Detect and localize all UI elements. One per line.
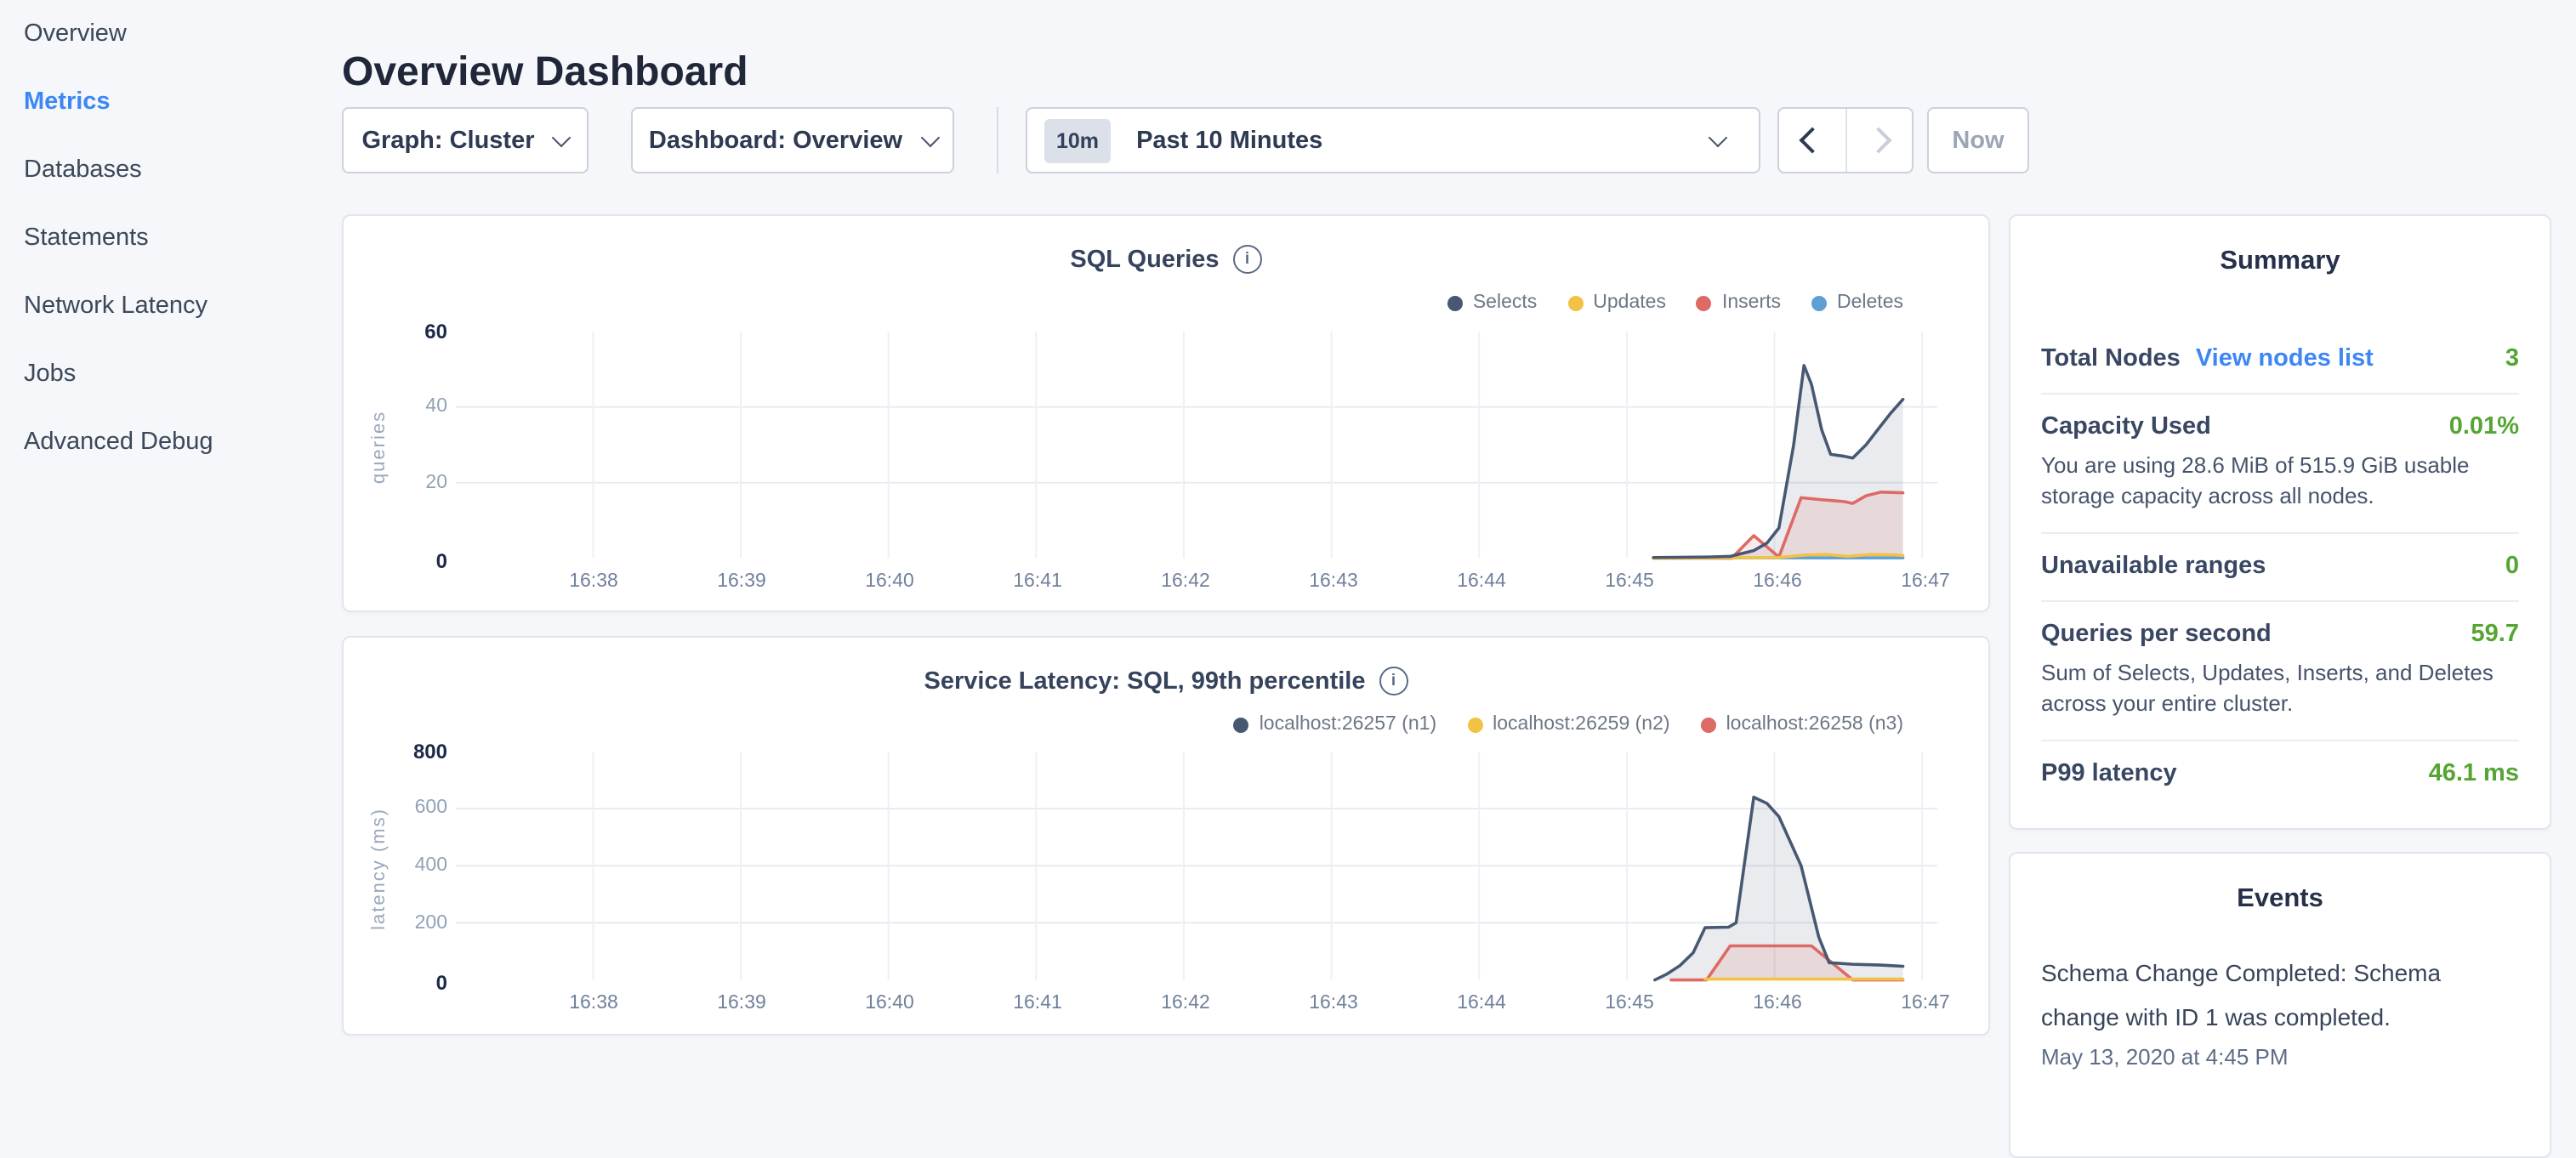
time-range-dropdown[interactable]: 10m Past 10 Minutes <box>1026 107 1760 173</box>
x-axis-tick-label: 16:44 <box>1430 993 1533 1013</box>
y-axis-tick-label: 0 <box>354 970 447 994</box>
chevron-down-icon <box>1709 128 1728 147</box>
graph-selector-dropdown[interactable]: Graph: Cluster <box>342 107 589 173</box>
dashboard-selector-dropdown[interactable]: Dashboard: Overview <box>631 107 954 173</box>
total-nodes-label: Total Nodes <box>2041 345 2181 372</box>
x-axis-tick-label: 16:40 <box>839 571 941 592</box>
capacity-used-value: 0.01% <box>2449 413 2519 440</box>
qps-label: Queries per second <box>2041 621 2272 648</box>
sidebar-item-network-latency[interactable]: Network Latency <box>0 272 323 340</box>
sql-queries-chart-card: SQL Queries i SelectsUpdatesInsertsDelet… <box>342 214 1990 612</box>
x-axis-tick-label: 16:46 <box>1726 571 1828 592</box>
x-axis-tick-label: 16:47 <box>1874 571 1976 592</box>
summary-panel: Summary Total Nodes View nodes list 3 Ca… <box>2009 214 2551 830</box>
chevron-left-icon <box>1799 127 1825 153</box>
qps-description: Sum of Selects, Updates, Inserts, and De… <box>2041 658 2519 719</box>
x-axis-tick-label: 16:42 <box>1134 993 1237 1013</box>
x-axis-tick-label: 16:44 <box>1430 571 1533 592</box>
y-axis-unit-label: latency (ms) <box>369 808 390 930</box>
summary-row-qps: Queries per second 59.7 Sum of Selects, … <box>2041 600 2519 740</box>
x-axis-tick-label: 16:39 <box>691 993 793 1013</box>
sidebar-item-advanced-debug[interactable]: Advanced Debug <box>0 408 323 476</box>
x-axis-tick-label: 16:41 <box>987 993 1089 1013</box>
y-axis-tick-label: 40 <box>354 396 447 417</box>
y-axis-tick-label: 20 <box>354 472 447 492</box>
time-step-buttons <box>1777 107 1914 173</box>
y-axis-tick-label: 400 <box>354 855 447 876</box>
x-axis-tick-label: 16:47 <box>1874 993 1976 1013</box>
chevron-down-icon <box>920 128 940 147</box>
graph-selector-label: Graph: Cluster <box>361 127 534 154</box>
total-nodes-value: 3 <box>2505 345 2519 372</box>
previous-time-button[interactable] <box>1779 109 1846 172</box>
service-latency-chart-canvas[interactable] <box>344 638 1988 1034</box>
time-range-badge: 10m <box>1044 118 1111 162</box>
summary-panel-title: Summary <box>2041 247 2519 277</box>
sidebar-item-overview[interactable]: Overview <box>0 0 323 68</box>
x-axis-tick-label: 16:43 <box>1282 571 1385 592</box>
sql-queries-chart-canvas[interactable] <box>344 216 1988 610</box>
sidebar-item-databases[interactable]: Databases <box>0 136 323 204</box>
summary-row-total-nodes: Total Nodes View nodes list 3 <box>2041 326 2519 393</box>
x-axis-tick-label: 16:39 <box>691 571 793 592</box>
view-nodes-list-link[interactable]: View nodes list <box>2196 345 2374 372</box>
y-axis-tick-label: 600 <box>354 798 447 818</box>
sidebar-nav: OverviewMetricsDatabasesStatementsNetwor… <box>0 0 323 1051</box>
admin-ui-page: OverviewMetricsDatabasesStatementsNetwor… <box>0 0 2576 1051</box>
time-range-label: Past 10 Minutes <box>1136 127 1322 154</box>
event-list-item[interactable]: Schema Change Completed: Schema change w… <box>2041 951 2519 1075</box>
x-axis-tick-label: 16:46 <box>1726 993 1828 1013</box>
toolbar-divider <box>997 107 998 173</box>
x-axis-tick-label: 16:38 <box>543 571 645 592</box>
x-axis-tick-label: 16:43 <box>1282 993 1385 1013</box>
y-axis-tick-label: 200 <box>354 912 447 933</box>
capacity-used-label: Capacity Used <box>2041 413 2211 440</box>
now-button[interactable]: Now <box>1927 107 2029 173</box>
capacity-used-description: You are using 28.6 MiB of 515.9 GiB usab… <box>2041 451 2519 512</box>
sidebar-item-jobs[interactable]: Jobs <box>0 340 323 408</box>
x-axis-tick-label: 16:45 <box>1578 993 1680 1013</box>
events-panel-title: Events <box>2041 884 2519 915</box>
y-axis-tick-label: 0 <box>354 548 447 572</box>
next-time-button[interactable] <box>1846 109 1912 172</box>
x-axis-tick-label: 16:41 <box>987 571 1089 592</box>
x-axis-tick-label: 16:42 <box>1134 571 1237 592</box>
page-title: Overview Dashboard <box>342 49 748 97</box>
x-axis-tick-label: 16:40 <box>839 993 941 1013</box>
qps-value: 59.7 <box>2471 621 2519 648</box>
dashboard-selector-label: Dashboard: Overview <box>649 127 902 154</box>
event-message: Schema Change Completed: Schema change w… <box>2041 951 2449 1039</box>
p99-latency-value: 46.1 ms <box>2429 760 2519 787</box>
event-timestamp: May 13, 2020 at 4:45 PM <box>2041 1041 2519 1075</box>
unavailable-ranges-value: 0 <box>2505 553 2519 580</box>
events-panel: Events Schema Change Completed: Schema c… <box>2009 852 2551 1158</box>
summary-row-unavailable-ranges: Unavailable ranges 0 <box>2041 532 2519 600</box>
y-axis-unit-label: queries <box>369 411 390 484</box>
chevron-down-icon <box>552 128 571 147</box>
y-axis-tick-label: 60 <box>354 320 447 343</box>
summary-row-capacity: Capacity Used 0.01% You are using 28.6 M… <box>2041 393 2519 532</box>
now-button-label: Now <box>1952 127 2004 154</box>
service-latency-chart-card: Service Latency: SQL, 99th percentile i … <box>342 636 1990 1036</box>
summary-row-p99-latency: P99 latency 46.1 ms <box>2041 740 2519 808</box>
x-axis-tick-label: 16:45 <box>1578 571 1680 592</box>
y-axis-tick-label: 800 <box>354 740 447 763</box>
unavailable-ranges-label: Unavailable ranges <box>2041 553 2266 580</box>
sidebar-item-statements[interactable]: Statements <box>0 204 323 272</box>
sidebar-item-metrics[interactable]: Metrics <box>0 68 323 136</box>
x-axis-tick-label: 16:38 <box>543 993 645 1013</box>
chevron-right-icon <box>1866 127 1892 153</box>
p99-latency-label: P99 latency <box>2041 760 2177 787</box>
